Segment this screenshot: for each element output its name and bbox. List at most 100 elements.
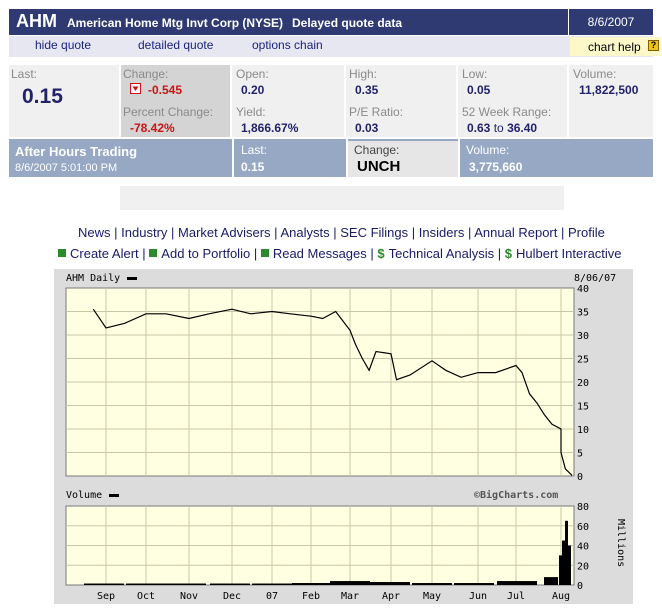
hulbert-interactive-link[interactable]: Hulbert Interactive bbox=[516, 246, 622, 261]
nav-row-1: News | Industry | Market Advisers | Anal… bbox=[78, 225, 605, 240]
hide-quote-link[interactable]: hide quote bbox=[35, 38, 91, 52]
range-to: to bbox=[493, 121, 504, 135]
chart-help-label: chart help bbox=[588, 40, 641, 54]
y-tick-label: 40 bbox=[577, 284, 589, 295]
analysts-link[interactable]: Analysts bbox=[280, 225, 329, 240]
market-advisers-link[interactable]: Market Advisers bbox=[178, 225, 270, 240]
nav-separator: | bbox=[497, 246, 502, 261]
divider bbox=[458, 139, 460, 177]
open-label: Open: bbox=[236, 67, 269, 81]
y-tick-label: 20 bbox=[577, 378, 589, 389]
ah-change-label: Change: bbox=[354, 143, 400, 157]
x-tick-label: May bbox=[423, 591, 441, 602]
volume-y-tick-label: 60 bbox=[577, 522, 589, 533]
x-tick-label: Feb bbox=[302, 591, 320, 602]
volume-value: 11,822,500 bbox=[579, 83, 639, 97]
read-messages-link[interactable]: Read Messages bbox=[273, 246, 367, 261]
technical-analysis-link[interactable]: Technical Analysis bbox=[389, 246, 495, 261]
y-tick-label: 30 bbox=[577, 331, 589, 342]
nav-separator: | bbox=[561, 225, 565, 240]
chart-date: 8/06/07 bbox=[574, 273, 616, 284]
y-tick-label: 25 bbox=[577, 355, 589, 366]
alert-icon bbox=[58, 249, 66, 257]
down-arrow-icon bbox=[130, 83, 141, 94]
volume-bar bbox=[210, 583, 250, 585]
nav-separator: | bbox=[411, 225, 416, 240]
x-tick-label: Jul bbox=[507, 591, 525, 602]
change-value: -0.545 bbox=[148, 83, 183, 97]
after-hours-title: After Hours Trading bbox=[15, 144, 138, 159]
volume-chart-title: Volume bbox=[66, 490, 102, 501]
volume-bar bbox=[166, 583, 206, 585]
help-icon[interactable]: ? bbox=[648, 40, 659, 51]
ah-change-value: UNCH bbox=[357, 158, 401, 175]
profile-link[interactable]: Profile bbox=[568, 225, 605, 240]
volume-label: Volume: bbox=[573, 67, 617, 81]
change-label: Change: bbox=[123, 67, 169, 81]
x-tick-label: Mar bbox=[341, 591, 359, 602]
quote-date: 8/6/2007 bbox=[568, 9, 653, 35]
range-high: 36.40 bbox=[507, 121, 538, 135]
yield-value: 1,866.67% bbox=[241, 121, 299, 135]
x-tick-label: Jun bbox=[469, 591, 487, 602]
company-name: American Home Mtg Invt Corp (NYSE) bbox=[67, 16, 284, 30]
legend-line-icon bbox=[127, 277, 137, 280]
dollar-icon: $ bbox=[504, 246, 513, 261]
volume-bar bbox=[544, 577, 558, 585]
options-chain-link[interactable]: options chain bbox=[252, 38, 323, 52]
volume-bar bbox=[292, 583, 332, 585]
last-price: 0.15 bbox=[22, 85, 63, 108]
ah-volume-label: Volume: bbox=[466, 143, 510, 157]
insiders-link[interactable]: Insiders bbox=[419, 225, 465, 240]
low-value: 0.05 bbox=[467, 83, 491, 97]
nav-separator: | bbox=[370, 246, 374, 261]
x-tick-label: Nov bbox=[180, 591, 198, 602]
y-tick-label: 5 bbox=[577, 449, 583, 460]
x-tick-label: Aug bbox=[552, 591, 570, 602]
y-tick-label: 0 bbox=[577, 472, 583, 483]
dollar-icon: $ bbox=[377, 246, 385, 261]
nav-separator: | bbox=[171, 225, 175, 240]
quote-header: AHM American Home Mtg Invt Corp (NYSE) D… bbox=[9, 9, 653, 35]
volume-bar bbox=[84, 583, 124, 585]
volume-bar bbox=[252, 583, 292, 585]
quote-link-bar bbox=[9, 36, 653, 57]
volume-bar bbox=[568, 545, 571, 585]
volume-unit-label: Millions bbox=[615, 519, 626, 567]
open-value: 0.20 bbox=[241, 83, 265, 97]
sec-filings-link[interactable]: SEC Filings bbox=[340, 225, 408, 240]
range-value: 0.63 to 36.40 bbox=[467, 121, 537, 135]
industry-link[interactable]: Industry bbox=[121, 225, 167, 240]
pe-value: 0.03 bbox=[355, 121, 379, 135]
high-label: High: bbox=[349, 67, 378, 81]
x-tick-label: Oct bbox=[137, 591, 155, 602]
volume-y-tick-label: 80 bbox=[577, 502, 589, 513]
volume-bar bbox=[412, 583, 452, 585]
ad-placeholder bbox=[120, 186, 564, 210]
low-label: Low: bbox=[462, 67, 488, 81]
annual-report-link[interactable]: Annual Report bbox=[474, 225, 557, 240]
ah-last-value: 0.15 bbox=[241, 160, 265, 174]
add-to-portfolio-link[interactable]: Add to Portfolio bbox=[161, 246, 250, 261]
nav-separator: | bbox=[274, 225, 278, 240]
volume-y-tick-label: 20 bbox=[577, 561, 589, 572]
x-tick-label: Apr bbox=[382, 591, 400, 602]
legend-line-icon bbox=[109, 494, 119, 497]
pe-label: P/E Ratio: bbox=[349, 105, 404, 119]
bigcharts-credit: ©BigCharts.com bbox=[474, 489, 558, 501]
volume-y-tick-label: 40 bbox=[577, 542, 589, 553]
news-link[interactable]: News bbox=[78, 225, 111, 240]
nav-separator: | bbox=[253, 246, 258, 261]
volume-bar bbox=[454, 583, 494, 585]
create-alert-link[interactable]: Create Alert bbox=[70, 246, 139, 261]
after-hours-timestamp: 8/6/2007 5:01:00 PM bbox=[15, 162, 118, 174]
detailed-quote-link[interactable]: detailed quote bbox=[138, 38, 213, 52]
ah-volume-value: 3,775,660 bbox=[469, 160, 523, 174]
volume-bar bbox=[562, 540, 565, 585]
yield-label: Yield: bbox=[236, 105, 266, 119]
last-label: Last: bbox=[11, 67, 38, 81]
volume-bar bbox=[370, 582, 410, 585]
divider bbox=[232, 139, 234, 177]
nav-separator: | bbox=[467, 225, 472, 240]
delay-label: Delayed quote data bbox=[292, 16, 403, 30]
